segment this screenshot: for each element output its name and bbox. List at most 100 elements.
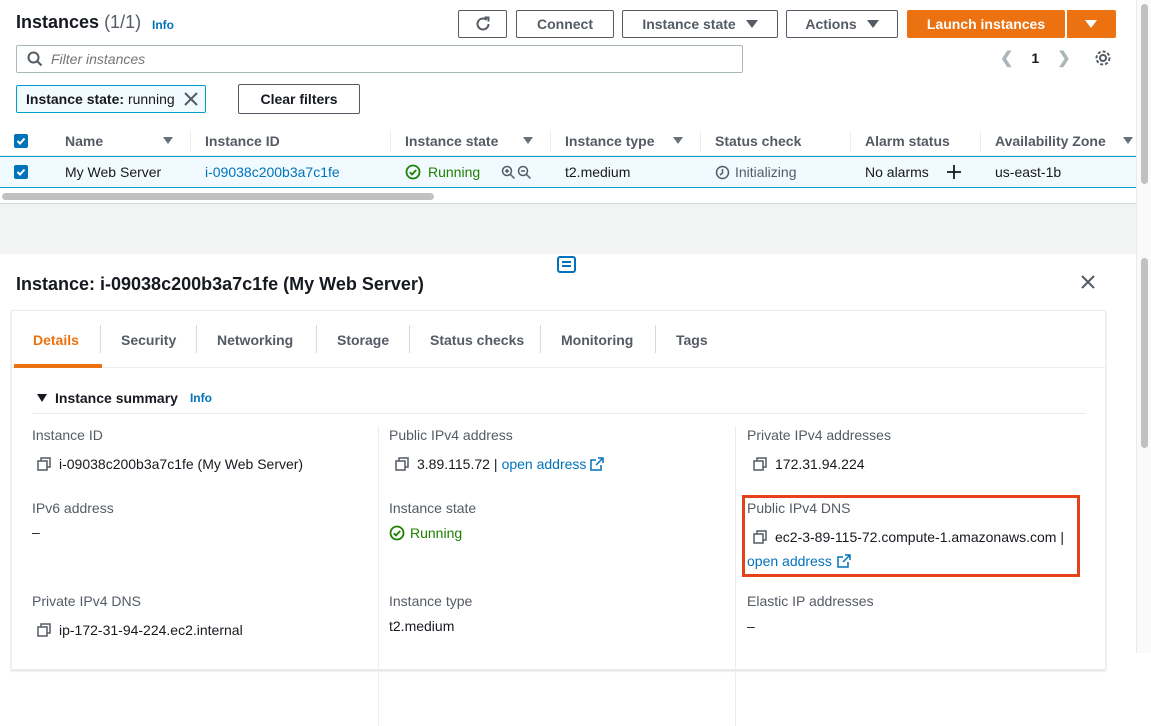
col-availability-zone[interactable]: Availability Zone: [995, 126, 1106, 155]
check-circle-icon: [389, 525, 405, 541]
resize-handle-icon[interactable]: [557, 256, 576, 273]
private-dns-text: ip-172-31-94-224.ec2.internal: [59, 622, 243, 638]
page-number[interactable]: 1: [1031, 50, 1039, 66]
page-title-text: Instances: [16, 12, 100, 32]
row-checkbox[interactable]: [14, 157, 28, 187]
tab-security[interactable]: Security: [121, 311, 176, 368]
horizontal-scrollbar[interactable]: [0, 190, 1136, 202]
caret-down-icon: [866, 20, 879, 28]
col-instance-state[interactable]: Instance state: [405, 126, 498, 155]
add-alarm-icon[interactable]: [947, 157, 961, 187]
instance-detail-panel: Instance: i-09038c200b3a7c1fe (My Web Se…: [0, 254, 1122, 726]
zoom-in-icon[interactable]: [501, 165, 516, 180]
row-alarm: No alarms: [865, 164, 929, 180]
external-link-icon[interactable]: [590, 457, 605, 471]
actions-button[interactable]: Actions: [786, 10, 898, 38]
private-dns-label: Private IPv4 DNS: [32, 593, 141, 609]
tab-divider: [316, 325, 317, 353]
tab-status-checks[interactable]: Status checks: [430, 311, 524, 368]
info-link[interactable]: Info: [152, 18, 174, 32]
select-all-checkbox[interactable]: [14, 126, 28, 155]
row-instance-id-link[interactable]: i-09038c200b3a7c1fe: [205, 157, 340, 187]
copy-icon[interactable]: [753, 457, 767, 471]
launch-instances-button[interactable]: Launch instances: [907, 10, 1065, 38]
split-gutter: [0, 204, 1136, 254]
instances-list-panel: Instances (1/1) Info Connect Instance st…: [0, 0, 1136, 205]
detail-title: Instance: i-09038c200b3a7c1fe (My Web Se…: [16, 274, 424, 294]
vertical-scrollbar[interactable]: [1136, 0, 1151, 653]
row-state-text: Running: [428, 164, 481, 180]
filter-caret-icon[interactable]: [523, 126, 533, 155]
filter-caret-icon[interactable]: [673, 126, 683, 155]
ipv6-label: IPv6 address: [32, 500, 114, 516]
clear-filters-button[interactable]: Clear filters: [238, 84, 360, 114]
filter-token: Instance state: running: [16, 85, 206, 113]
column-divider: [378, 426, 379, 726]
instance-state-text: Running: [410, 525, 463, 541]
instance-id-text: i-09038c200b3a7c1fe (My Web Server): [59, 456, 304, 472]
instance-state-label: Instance state: [642, 16, 736, 32]
column-divider: [700, 131, 701, 151]
tab-divider: [196, 325, 197, 353]
filter-token-key: Instance state:: [26, 91, 125, 107]
zoom-out-icon[interactable]: [517, 165, 532, 180]
divider: [32, 413, 1086, 414]
close-icon[interactable]: [183, 91, 199, 107]
check-icon: [16, 137, 26, 145]
table-header: Name Instance ID Instance state Instance…: [0, 126, 1136, 156]
instance-summary-header[interactable]: Instance summary Info: [37, 390, 212, 406]
tab-divider: [100, 325, 101, 353]
row-type: t2.medium: [565, 164, 631, 180]
col-instance-id[interactable]: Instance ID: [205, 126, 280, 155]
instance-state-label: Instance state: [389, 500, 477, 516]
summary-info-link[interactable]: Info: [190, 391, 212, 405]
copy-icon[interactable]: [37, 457, 51, 471]
pagination: ❮ 1 ❯: [1000, 48, 1071, 68]
instance-type-label: Instance type: [389, 593, 473, 609]
prev-page-icon[interactable]: ❮: [1000, 48, 1013, 68]
caret-down-icon: [1085, 20, 1097, 28]
connect-button[interactable]: Connect: [516, 10, 614, 38]
tab-details[interactable]: Details: [33, 311, 79, 368]
summary-title: Instance summary: [55, 390, 178, 406]
launch-dropdown-button[interactable]: [1066, 10, 1116, 38]
public-ip-label: Public IPv4 address: [389, 427, 513, 443]
row-status-text: Initializing: [735, 164, 797, 180]
copy-icon[interactable]: [37, 623, 51, 637]
check-icon: [16, 168, 26, 176]
private-ip-text: 172.31.94.224: [775, 456, 865, 472]
actions-label: Actions: [805, 16, 857, 32]
filter-caret-icon[interactable]: [163, 126, 173, 155]
col-alarm-status[interactable]: Alarm status: [865, 126, 950, 155]
filter-caret-icon[interactable]: [1123, 126, 1133, 155]
instance-state-value: Running: [389, 525, 462, 541]
table-row[interactable]: My Web Server i-09038c200b3a7c1fe Runnin…: [0, 156, 1136, 188]
elastic-ip-label: Elastic IP addresses: [747, 593, 874, 609]
tab-networking[interactable]: Networking: [217, 311, 293, 368]
tab-tags[interactable]: Tags: [676, 311, 708, 368]
highlight-box: [742, 495, 1080, 577]
elastic-ip-value: –: [747, 618, 755, 634]
expand-caret-icon: [37, 394, 47, 402]
col-name[interactable]: Name: [65, 126, 103, 155]
active-tab-indicator: [14, 364, 102, 368]
filter-input[interactable]: [51, 51, 701, 67]
tab-storage[interactable]: Storage: [337, 311, 389, 368]
refresh-button[interactable]: [458, 10, 507, 38]
tab-monitoring[interactable]: Monitoring: [561, 311, 633, 368]
ipv6-value: –: [32, 524, 40, 540]
instance-state-button[interactable]: Instance state: [622, 10, 778, 38]
next-page-icon[interactable]: ❯: [1057, 48, 1070, 68]
gear-icon[interactable]: [1094, 49, 1112, 67]
col-status-check[interactable]: Status check: [715, 126, 801, 155]
detail-card: Details Security Networking Storage Stat…: [11, 310, 1106, 726]
row-name: My Web Server: [65, 164, 162, 180]
refresh-icon: [476, 16, 489, 31]
close-icon[interactable]: [1079, 273, 1097, 291]
copy-icon[interactable]: [395, 457, 409, 471]
col-instance-type[interactable]: Instance type: [565, 126, 654, 155]
filter-search[interactable]: [16, 45, 743, 73]
private-dns-value: ip-172-31-94-224.ec2.internal: [37, 622, 243, 638]
open-address-link[interactable]: open address: [502, 456, 587, 472]
column-divider: [390, 131, 391, 151]
